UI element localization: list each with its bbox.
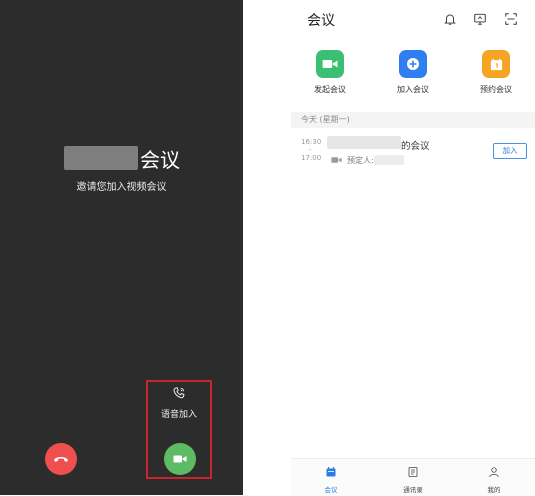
join-button[interactable]: 加入: [493, 143, 527, 159]
invite-title-suffix: 会议: [140, 147, 180, 172]
contacts-icon: [408, 467, 418, 477]
redacted-meeting-name: [327, 136, 401, 149]
redacted-name: [64, 146, 138, 170]
plus-icon: [407, 58, 419, 70]
invite-title: 会议: [64, 145, 180, 172]
bell-icon[interactable]: [443, 12, 457, 26]
meeting-time-separator: -: [309, 146, 312, 154]
join-meeting-button[interactable]: 加入会议: [383, 50, 443, 95]
page-title: 会议: [307, 13, 335, 29]
join-meeting-tile: [399, 50, 427, 78]
date-section-header: 今天 (星期一): [291, 112, 535, 128]
schedule-meeting-button[interactable]: 预约会议: [466, 50, 526, 95]
date-section-label: 今天 (星期一): [301, 115, 350, 124]
calendar-icon: [490, 58, 502, 70]
schedule-meeting-tile: [482, 50, 510, 78]
highlight-box-voice-accept: [146, 380, 212, 479]
start-meeting-tile: [316, 50, 344, 78]
nav-profile[interactable]: 我的: [464, 463, 524, 494]
decline-call-button[interactable]: [45, 443, 77, 475]
nav-contacts[interactable]: 通讯录: [383, 463, 443, 494]
meeting-start-time: 16:30: [301, 138, 322, 146]
schedule-meeting-label: 预约会议: [480, 85, 512, 94]
screen-share-icon[interactable]: [473, 12, 487, 26]
nav-meetings-label: 会议: [324, 486, 338, 494]
person-icon: [489, 467, 499, 478]
bottom-nav: 会议 通讯录 我的: [291, 458, 535, 496]
nav-contacts-label: 通讯录: [403, 486, 423, 494]
join-meeting-label: 加入会议: [397, 85, 429, 94]
video-camera-icon: [322, 60, 338, 68]
nav-profile-label: 我的: [487, 486, 501, 494]
nav-meetings[interactable]: 会议: [301, 463, 361, 494]
start-meeting-label: 发起会议: [314, 85, 346, 94]
video-camera-icon: [331, 157, 342, 163]
redacted-host-name: [374, 155, 404, 165]
hang-up-icon: [54, 457, 68, 462]
scan-icon[interactable]: [504, 12, 518, 26]
invite-subtitle: 邀请您加入视频会议: [76, 182, 167, 193]
meeting-end-time: 17:00: [301, 154, 322, 162]
host-label: 预定人:: [347, 156, 374, 165]
meeting-title-suffix: 的会议: [401, 141, 430, 152]
calendar-icon: [326, 467, 336, 477]
start-meeting-button[interactable]: 发起会议: [300, 50, 360, 95]
